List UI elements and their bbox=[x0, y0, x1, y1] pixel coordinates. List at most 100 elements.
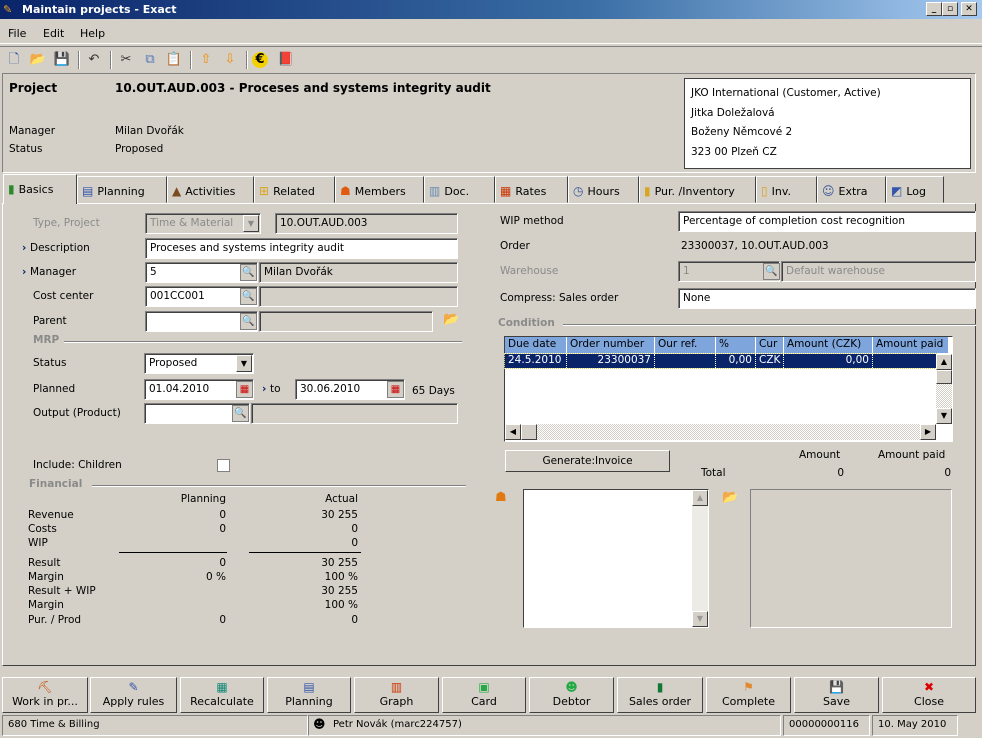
book-icon[interactable]: 📕 bbox=[276, 50, 296, 70]
vertical-scrollbar[interactable]: ▲ ▼ bbox=[936, 354, 952, 424]
scroll-right-button[interactable]: ▶ bbox=[920, 424, 936, 440]
contact-name: Jitka Doležalová bbox=[691, 106, 775, 119]
tab-inv[interactable]: ▯ Inv. bbox=[756, 176, 817, 203]
sales-order-button[interactable]: ▮ Sales order bbox=[617, 677, 703, 713]
scroll-left-button[interactable]: ◀ bbox=[505, 424, 521, 440]
contact-person-icon[interactable]: ☗ bbox=[495, 490, 507, 505]
financial-row-label: WIP bbox=[28, 537, 48, 549]
calendar-icon[interactable]: ▦ bbox=[387, 381, 404, 398]
calendar-icon[interactable]: ▦ bbox=[236, 381, 253, 398]
menu-file[interactable]: File bbox=[8, 27, 26, 40]
output-product-label: Output (Product) bbox=[33, 407, 121, 419]
compress-sales-order-input[interactable]: None bbox=[678, 288, 976, 309]
close-window-button[interactable]: ✕ bbox=[961, 2, 977, 16]
type-value: Time & Material bbox=[150, 217, 234, 229]
planning-button[interactable]: ▤ Planning bbox=[267, 677, 351, 713]
tab-related[interactable]: ⊞ Related bbox=[254, 176, 335, 203]
grid-column-header[interactable]: Order number bbox=[567, 337, 655, 353]
city: 323 00 Plzeň CZ bbox=[691, 145, 777, 158]
notes-textarea[interactable]: ▲ ▼ bbox=[523, 489, 709, 628]
grid-column-header[interactable]: Amount paid bbox=[873, 337, 949, 353]
work-in-pr-button[interactable]: ⛏ Work in pr... bbox=[2, 677, 88, 713]
calculator-icon: ▦ bbox=[216, 680, 228, 694]
toolbar-separator bbox=[190, 51, 192, 69]
type-select[interactable]: Time & Material ▼ bbox=[145, 213, 261, 234]
grid-cell[interactable]: 0,00 bbox=[716, 354, 756, 368]
save-button[interactable]: 💾 Save bbox=[794, 677, 879, 713]
lookup-icon[interactable]: 🔍 bbox=[232, 405, 249, 422]
include-children-label: Include: Children bbox=[33, 459, 122, 471]
cut-icon[interactable]: ✂ bbox=[116, 50, 136, 70]
scroll-down-button[interactable]: ▼ bbox=[936, 408, 952, 424]
new-icon[interactable]: 🗋 bbox=[4, 50, 24, 70]
card-button[interactable]: ▣ Card bbox=[442, 677, 526, 713]
scroll-thumb[interactable] bbox=[936, 370, 952, 384]
arrow-down-icon[interactable]: ⇩ bbox=[220, 50, 240, 70]
tab-basics[interactable]: ▮ Basics bbox=[3, 174, 77, 204]
grid-cell[interactable]: 24.5.2010 bbox=[505, 354, 567, 368]
tab-extra[interactable]: ☺ Extra bbox=[817, 176, 886, 203]
grid-column-header[interactable]: Our ref. bbox=[655, 337, 716, 353]
tab-hours[interactable]: ◷ Hours bbox=[568, 176, 639, 203]
restore-button[interactable]: ▫ bbox=[942, 2, 958, 16]
grid-column-header[interactable]: % bbox=[716, 337, 756, 353]
mrp-group-label: MRP bbox=[33, 334, 60, 346]
tab-activities[interactable]: ▲ Activities bbox=[167, 176, 254, 203]
scroll-thumb[interactable] bbox=[521, 424, 537, 440]
financial-planning-value: 0 % bbox=[206, 571, 226, 583]
extra-icon: ☺ bbox=[822, 184, 835, 198]
financial-planning-value: 0 bbox=[219, 523, 226, 535]
generate-invoice-button[interactable]: Generate:Invoice bbox=[505, 450, 670, 472]
grid-column-header[interactable]: Cur bbox=[756, 337, 784, 353]
grid-cell[interactable]: 0,00 bbox=[784, 354, 873, 368]
open-folder-icon[interactable]: 📂 bbox=[722, 490, 738, 505]
horizontal-scrollbar[interactable]: ◀ ▶ bbox=[505, 424, 936, 440]
status-select[interactable]: Proposed ▼ bbox=[144, 353, 254, 374]
grid-cell[interactable] bbox=[655, 354, 716, 368]
description-input[interactable]: Proceses and systems integrity audit bbox=[145, 238, 458, 259]
grid-column-header[interactable]: Due date bbox=[505, 337, 567, 353]
scroll-up-button[interactable]: ▲ bbox=[936, 354, 952, 370]
tab-log[interactable]: ◩ Log bbox=[886, 176, 944, 203]
tab-label: Rates bbox=[515, 185, 547, 198]
tab-members[interactable]: ☗ Members bbox=[335, 176, 424, 203]
wip-method-input[interactable]: Percentage of completion cost recognitio… bbox=[678, 211, 976, 232]
tab-doc[interactable]: ▥ Doc. bbox=[424, 176, 495, 203]
recalculate-button[interactable]: ▦ Recalculate bbox=[180, 677, 264, 713]
arrow-up-icon[interactable]: ⇧ bbox=[196, 50, 216, 70]
minimize-button[interactable]: _ bbox=[926, 2, 942, 16]
grid-cell[interactable]: 23300037 bbox=[567, 354, 655, 368]
euro-icon[interactable]: € bbox=[252, 52, 268, 68]
save-icon[interactable]: 💾 bbox=[52, 50, 72, 70]
tab-rates[interactable]: ▦ Rates bbox=[495, 176, 568, 203]
button-label: Planning bbox=[285, 695, 333, 708]
menu-bar: File Edit Help bbox=[0, 22, 982, 44]
button-label: Debtor bbox=[552, 695, 591, 708]
notes-scrollbar[interactable]: ▲ ▼ bbox=[692, 490, 708, 627]
close-button[interactable]: ✖ Close bbox=[882, 677, 976, 713]
scroll-up-button[interactable]: ▲ bbox=[692, 490, 708, 506]
menu-help[interactable]: Help bbox=[80, 27, 105, 40]
grid-cell[interactable]: CZK bbox=[756, 354, 784, 368]
open-icon[interactable]: 📂 bbox=[28, 50, 48, 70]
lookup-icon[interactable]: 🔍 bbox=[240, 288, 257, 305]
grid-column-header[interactable]: Amount (CZK) bbox=[784, 337, 873, 353]
complete-button[interactable]: ⚑ Complete bbox=[706, 677, 791, 713]
tab-planning[interactable]: ▤ Planning bbox=[77, 176, 167, 203]
paste-icon[interactable]: 📋 bbox=[164, 50, 184, 70]
lookup-icon[interactable]: 🔍 bbox=[240, 264, 257, 281]
menu-edit[interactable]: Edit bbox=[43, 27, 64, 40]
debtor-button[interactable]: ☻ Debtor bbox=[529, 677, 614, 713]
financial-actual-value: 100 % bbox=[324, 571, 358, 583]
copy-icon[interactable]: ⧉ bbox=[140, 50, 160, 70]
undo-icon[interactable]: ↶ bbox=[84, 50, 104, 70]
lookup-icon[interactable]: 🔍 bbox=[240, 313, 257, 330]
open-folder-icon[interactable]: 📂 bbox=[443, 312, 459, 327]
apply-rules-button[interactable]: ✎ Apply rules bbox=[90, 677, 177, 713]
include-children-checkbox[interactable] bbox=[217, 459, 230, 472]
scroll-down-button[interactable]: ▼ bbox=[692, 611, 708, 627]
wip-method-label: WIP method bbox=[500, 215, 564, 227]
condition-grid[interactable]: Due date Order number Our ref.% Cur Amount (… bbox=[504, 336, 953, 442]
tab-pur-inventory[interactable]: ▮ Pur. /Inventory bbox=[639, 176, 756, 203]
graph-button[interactable]: ▥ Graph bbox=[354, 677, 439, 713]
